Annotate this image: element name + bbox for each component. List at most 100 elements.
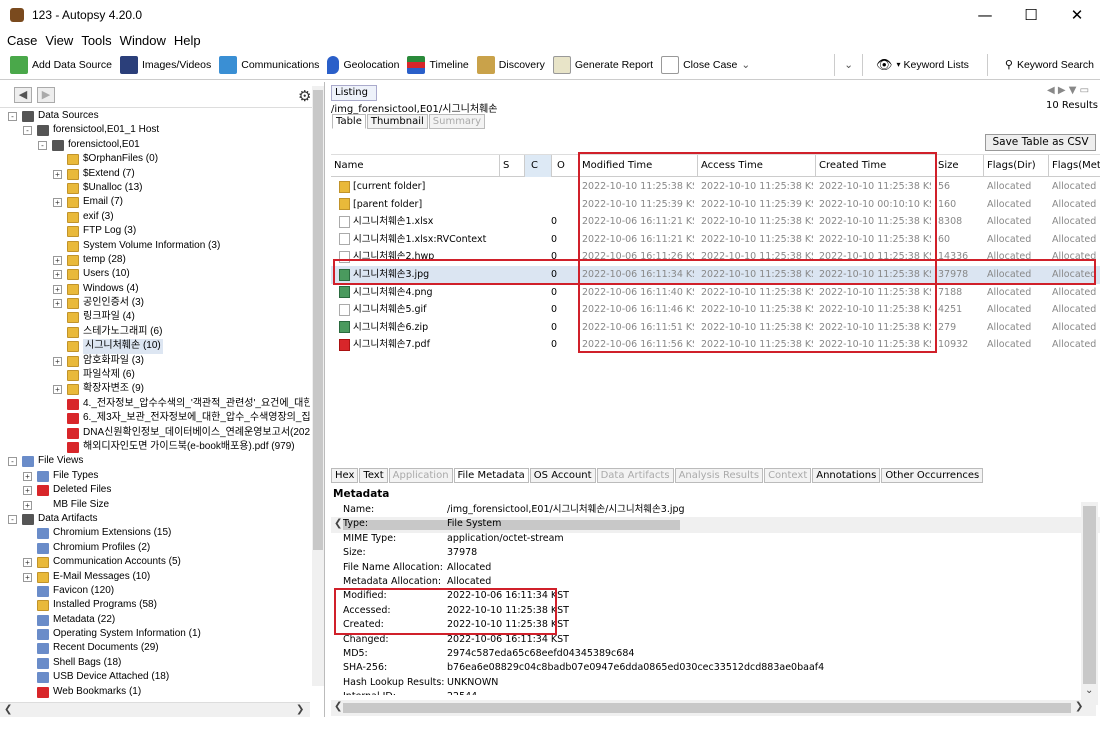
table-row[interactable]: [current folder] 2022-10-10 11:25:38 KST 2… bbox=[331, 178, 1100, 196]
tree-node[interactable]: System Volume Information (3) bbox=[0, 239, 310, 253]
tree-node[interactable]: Installed Programs (58) bbox=[0, 598, 310, 612]
column-header-o[interactable]: O bbox=[557, 155, 565, 177]
tree-node[interactable]: $Unalloc (13) bbox=[0, 181, 310, 195]
tree-node[interactable]: + E-Mail Messages (10) bbox=[0, 570, 310, 584]
expand-icon[interactable]: + bbox=[53, 385, 62, 395]
communications-button[interactable]: Communications bbox=[215, 52, 323, 78]
expand-icon[interactable]: + bbox=[53, 255, 62, 265]
back-arrow-icon[interactable]: ◀ bbox=[14, 86, 32, 103]
add-data-source-button[interactable]: Add Data Source bbox=[0, 52, 116, 78]
tree-node[interactable]: + 확장자변조 (9) bbox=[0, 382, 310, 396]
tree-node[interactable]: USB Device Attached (18) bbox=[0, 670, 310, 684]
tab-os-account[interactable]: OS Account bbox=[529, 468, 596, 483]
table-row[interactable]: [parent folder] 2022-10-10 11:25:39 KST 20… bbox=[331, 196, 1100, 214]
collapse-icon[interactable]: - bbox=[8, 112, 17, 121]
table-row[interactable]: 시그니처훼손7.pdf 0 2022-10-06 16:11:56 KST 2022-… bbox=[331, 336, 1100, 354]
menu-case[interactable]: Case bbox=[6, 33, 38, 48]
collapse-icon[interactable]: - bbox=[8, 514, 17, 524]
geolocation-button[interactable]: Geolocation bbox=[323, 52, 403, 78]
tree-node[interactable]: Operating System Information (1) bbox=[0, 627, 310, 641]
table-row[interactable]: 시그니처훼손2.hwp 0 2022-10-06 16:11:26 KST 2022-… bbox=[331, 248, 1100, 266]
tree-node[interactable]: + 암호화파일 (3) bbox=[0, 354, 310, 368]
tree-node[interactable]: + MB File Size bbox=[0, 498, 310, 512]
scroll-left-icon[interactable]: ❮ bbox=[334, 701, 342, 712]
tree-node[interactable]: Web Bookmarks (1) bbox=[0, 685, 310, 699]
tab-listing[interactable]: Listing bbox=[331, 85, 377, 101]
tree-node[interactable]: 파일삭제 (6) bbox=[0, 368, 310, 382]
table-row[interactable]: 시그니처훼손3.jpg 0 2022-10-06 16:11:34 KST 2022-… bbox=[331, 266, 1100, 284]
tree-node[interactable]: FTP Log (3) bbox=[0, 224, 310, 238]
column-header-access[interactable]: Access Time bbox=[701, 155, 763, 177]
tree-node[interactable]: Favicon (120) bbox=[0, 584, 310, 598]
tree-node[interactable]: + 공인인증서 (3) bbox=[0, 296, 310, 310]
tree-node[interactable]: 스테가노그래피 (6) bbox=[0, 325, 310, 339]
minimize-button[interactable]: — bbox=[962, 0, 1008, 30]
scrollbar-thumb[interactable] bbox=[343, 703, 1071, 713]
menu-tools[interactable]: Tools bbox=[80, 33, 112, 48]
tree-node[interactable]: - Data Artifacts bbox=[0, 512, 310, 526]
scroll-right-icon[interactable]: ❯ bbox=[1075, 701, 1083, 712]
scroll-left-icon[interactable]: ❮ bbox=[4, 704, 12, 715]
tab-application[interactable]: Application bbox=[388, 468, 453, 483]
column-header-flags-dir[interactable]: Flags(Dir) bbox=[987, 155, 1036, 177]
tree-node[interactable]: 시그니처훼손 (10) bbox=[0, 339, 310, 354]
tree-vertical-scrollbar[interactable] bbox=[312, 86, 324, 686]
scroll-down-icon[interactable]: ⌄ bbox=[1085, 685, 1093, 696]
tree-node[interactable]: + temp (28) bbox=[0, 253, 310, 267]
column-header-modified[interactable]: Modified Time bbox=[582, 155, 652, 177]
timeline-button[interactable]: Timeline bbox=[403, 52, 472, 78]
tree-node[interactable]: + $Extend (7) bbox=[0, 167, 310, 181]
tree-node[interactable]: - forensictool,E01 bbox=[0, 138, 310, 152]
tree-node[interactable]: + File Types bbox=[0, 469, 310, 483]
metadata-vertical-scrollbar[interactable]: ⌄ bbox=[1081, 502, 1098, 705]
collapse-icon[interactable]: - bbox=[23, 126, 32, 136]
expand-icon[interactable]: + bbox=[23, 471, 32, 481]
tab-other-occurrences[interactable]: Other Occurrences bbox=[881, 468, 984, 483]
collapse-icon[interactable]: - bbox=[8, 457, 17, 467]
menu-window[interactable]: Window bbox=[119, 33, 167, 48]
discovery-button[interactable]: Discovery bbox=[473, 52, 549, 78]
tree-horizontal-scrollbar[interactable]: ❮ ❯ bbox=[0, 702, 310, 717]
expand-icon[interactable]: + bbox=[23, 572, 32, 582]
column-header-c[interactable]: C bbox=[525, 155, 551, 177]
tab-analysis-results[interactable]: Analysis Results bbox=[674, 468, 764, 483]
expand-icon[interactable]: + bbox=[53, 169, 62, 179]
tree-node[interactable]: - forensictool,E01_1 Host bbox=[0, 123, 310, 137]
expand-icon[interactable]: + bbox=[53, 284, 62, 294]
expand-icon[interactable]: + bbox=[23, 500, 32, 510]
tree-node[interactable]: 해외디자인도면 가이드북(e-book배포용).pdf (979) bbox=[0, 440, 310, 454]
tree-node[interactable]: 6._제3자_보관_전자정보에_대한_압수_수색영장의_집행과... bbox=[0, 411, 310, 425]
save-table-csv-button[interactable]: Save Table as CSV bbox=[985, 134, 1096, 151]
column-header-name[interactable]: Name bbox=[334, 155, 364, 177]
tree-node[interactable]: - File Views bbox=[0, 454, 310, 468]
tab-context[interactable]: Context bbox=[764, 468, 812, 483]
expand-icon[interactable]: + bbox=[53, 270, 62, 280]
tree-node[interactable]: - Data Sources bbox=[0, 109, 310, 123]
scrollbar-thumb[interactable] bbox=[313, 90, 323, 550]
tree-node[interactable]: + Deleted Files bbox=[0, 483, 310, 497]
listing-nav-icons[interactable]: ◀ ▶ ▼ ▭ bbox=[1047, 85, 1089, 96]
column-header-s[interactable]: S bbox=[503, 155, 509, 177]
chevron-down-icon[interactable]: ⌄ bbox=[844, 59, 853, 71]
expand-icon[interactable]: + bbox=[23, 486, 32, 496]
table-row[interactable]: 시그니처훼손5.gif 0 2022-10-06 16:11:46 KST 2022-… bbox=[331, 301, 1100, 319]
tab-text[interactable]: Text bbox=[359, 468, 388, 483]
tree-node[interactable]: DNA신원확인정보_데이터베이스_연례운영보고서(2022,6... bbox=[0, 426, 310, 440]
gear-icon[interactable]: ⚙ bbox=[298, 87, 311, 105]
tree-node[interactable]: Chromium Extensions (15) bbox=[0, 526, 310, 540]
scroll-right-icon[interactable]: ❯ bbox=[296, 704, 304, 715]
table-row[interactable]: 시그니처훼손4.png 0 2022-10-06 16:11:40 KST 2022-… bbox=[331, 284, 1100, 302]
expand-icon[interactable]: + bbox=[23, 558, 32, 568]
expand-icon[interactable]: + bbox=[53, 198, 62, 208]
generate-report-button[interactable]: Generate Report bbox=[549, 52, 657, 78]
images-videos-button[interactable]: Images/Videos bbox=[116, 52, 215, 78]
tree-node[interactable]: exif (3) bbox=[0, 210, 310, 224]
tree-node[interactable]: + Windows (4) bbox=[0, 282, 310, 296]
keyword-search-button[interactable]: ⚲ Keyword Search bbox=[1001, 52, 1098, 78]
forward-arrow-icon[interactable]: ▶ bbox=[37, 86, 55, 103]
table-row[interactable]: 시그니처훼손1.xlsx:RVContext 0 2022-10-06 16:11:… bbox=[331, 231, 1100, 249]
close-window-button[interactable]: ✕ bbox=[1054, 0, 1100, 30]
tree-node[interactable]: Metadata (22) bbox=[0, 613, 310, 627]
maximize-button[interactable]: ☐ bbox=[1008, 0, 1054, 30]
column-header-created[interactable]: Created Time bbox=[819, 155, 886, 177]
